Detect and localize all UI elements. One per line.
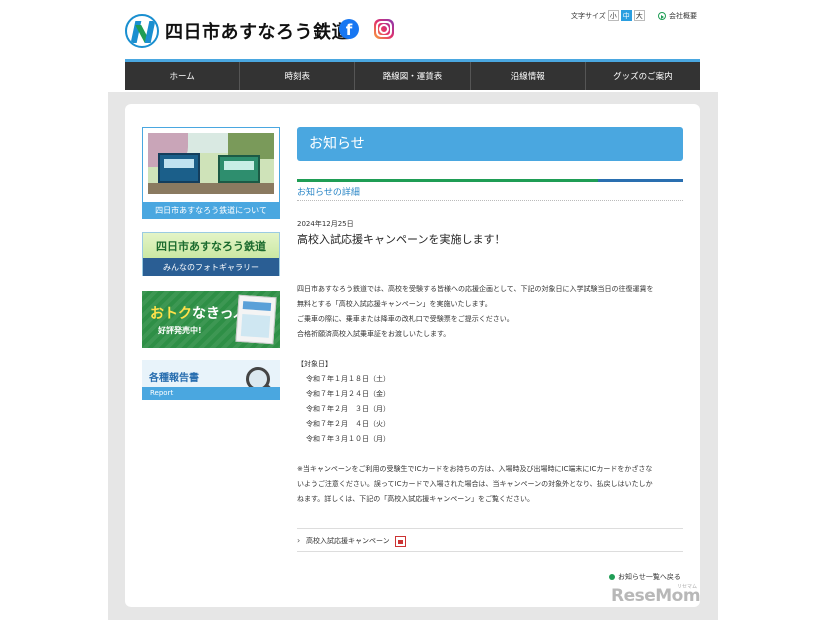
- target-date-item: 令和７年１月１８日（土）: [306, 375, 390, 383]
- ticket-icon: [235, 294, 277, 345]
- font-size-large-button[interactable]: 大: [633, 10, 645, 21]
- note-line: いようご注意ください。誤ってICカードで入場された場合は、当キャンペーンの対象外…: [297, 480, 653, 488]
- target-dates-label: 【対象日】: [297, 360, 332, 368]
- font-size-small-button[interactable]: 小: [607, 10, 619, 21]
- section-subheading: お知らせの詳細: [297, 188, 360, 198]
- news-date: 2024年12月25日: [297, 220, 354, 228]
- pdf-icon: [395, 536, 406, 547]
- sidebar-banner-about[interactable]: 四日市あすなろう鉄道について: [142, 127, 280, 219]
- company-link-label: 会社概要: [669, 12, 697, 20]
- back-to-news-list-link[interactable]: お知らせ一覧へ戻る: [609, 572, 681, 582]
- facebook-icon[interactable]: f: [339, 19, 359, 39]
- campaign-pdf-link[interactable]: › 高校入試応援キャンペーン: [297, 528, 683, 552]
- nav-item-home[interactable]: ホーム: [125, 62, 241, 90]
- nav-item-area-info[interactable]: 沿線情報: [471, 62, 586, 90]
- report-banner-subtitle: Report: [142, 387, 280, 400]
- chevron-right-icon: ›: [297, 536, 301, 545]
- sidebar-banner-photo-gallery[interactable]: 四日市あすなろう鉄道 みんなのフォトギャラリー: [142, 232, 280, 276]
- news-title: 高校入試応援キャンペーンを実施します！: [297, 233, 506, 246]
- campaign-link-label: 高校入試応援キャンペーン: [306, 537, 390, 545]
- gallery-banner-title: 四日市あすなろう鉄道: [156, 240, 266, 253]
- note-line: ※当キャンペーンをご利用の受験生でICカードをお持ちの方は、入場時及び出場時にI…: [297, 465, 653, 473]
- report-banner-title: 各種報告書: [149, 373, 199, 384]
- nav-item-timetable[interactable]: 時刻表: [240, 62, 356, 90]
- site-logo[interactable]: 四日市あすなろう鉄道: [125, 14, 350, 48]
- nav-item-goods[interactable]: グッズのご案内: [586, 62, 700, 90]
- news-paragraph-line: 無料とする「高校入試応援キャンペーン」を実施いたします。: [297, 300, 492, 308]
- train-photo: [148, 133, 274, 194]
- dotted-divider: [297, 200, 683, 201]
- global-nav: ホーム 時刻表 路線図・運賃表 沿線情報 グッズのご案内: [125, 62, 700, 90]
- font-size-medium-button[interactable]: 中: [620, 10, 632, 21]
- sidebar-banner-tickets[interactable]: おトクなきっぷ 好評発売中!: [142, 291, 280, 348]
- company-link[interactable]: 会社概要: [658, 11, 697, 21]
- sidebar-about-caption: 四日市あすなろう鉄道について: [143, 202, 279, 219]
- target-date-item: 令和７年２月 ４日（火）: [306, 420, 390, 428]
- logo-mark-icon: [125, 14, 159, 48]
- kippu-banner-title: おトクなきっぷ: [150, 306, 248, 322]
- note-line: ねます。詳しくは、下記の「高校入試応援キャンペーン」をご覧ください。: [297, 495, 534, 503]
- gallery-banner-subtitle: みんなのフォトギャラリー: [143, 258, 279, 276]
- kippu-banner-subtitle: 好評発売中!: [158, 326, 202, 335]
- sidebar-banner-reports[interactable]: 各種報告書 Report: [142, 360, 280, 400]
- instagram-icon[interactable]: [374, 19, 394, 39]
- watermark-logo: ReseMom: [611, 586, 701, 606]
- section-divider: [297, 179, 683, 182]
- green-dot-icon: [609, 574, 615, 580]
- font-size-label: 文字サイズ: [571, 11, 606, 20]
- target-date-item: 令和７年３月１０日（月）: [306, 435, 390, 443]
- nav-item-route-fares[interactable]: 路線図・運賃表: [355, 62, 471, 90]
- page-title: お知らせ: [297, 127, 683, 161]
- site-header: 四日市あすなろう鉄道 f 文字サイズ 小 中 大 会社概要: [125, 10, 700, 50]
- back-link-label: お知らせ一覧へ戻る: [618, 573, 681, 581]
- news-paragraph-line: 合格祈願済高校入試乗車証をお渡しいたします。: [297, 330, 451, 338]
- target-date-item: 令和７年２月 ３日（月）: [306, 405, 390, 413]
- font-size-switcher: 文字サイズ 小 中 大: [571, 10, 645, 21]
- site-name: 四日市あすなろう鉄道: [165, 22, 350, 43]
- target-date-item: 令和７年１月２４日（金）: [306, 390, 390, 398]
- news-paragraph-line: 四日市あすなろう鉄道では、高校を受験する皆様への応援企画として、下記の対象日に入…: [297, 285, 654, 293]
- news-paragraph-line: ご乗車の際に、乗車または降車の改札口で受験票をご提示ください。: [297, 315, 514, 323]
- arrow-circle-icon: [658, 12, 666, 20]
